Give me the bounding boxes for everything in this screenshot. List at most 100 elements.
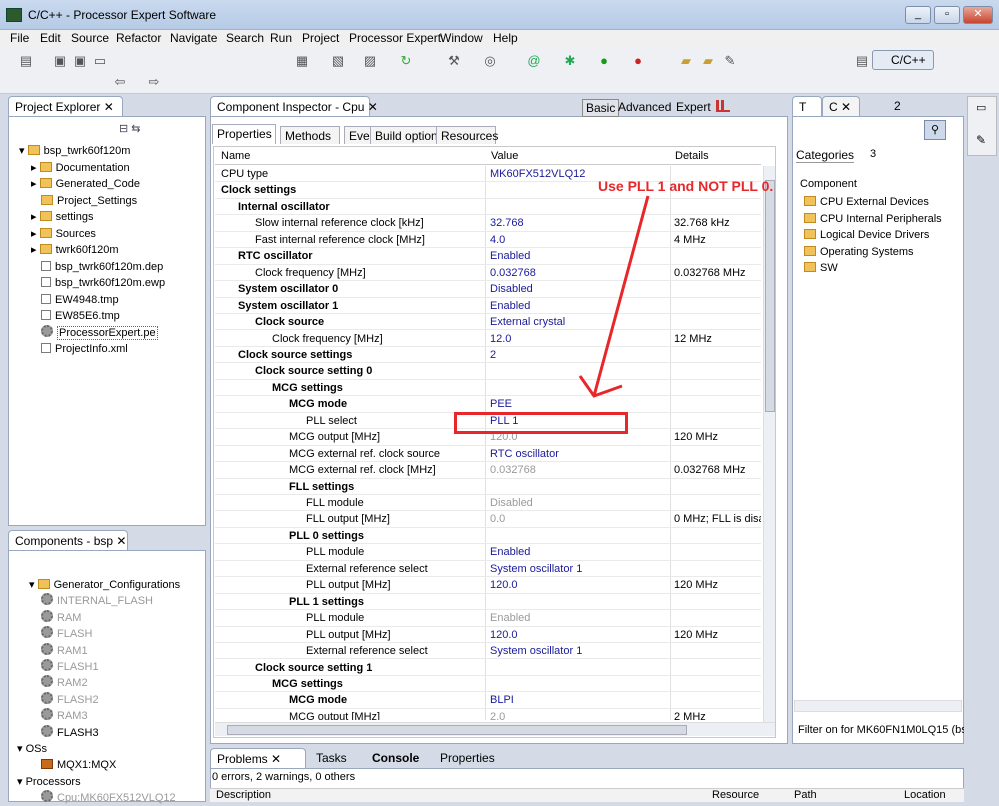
scroll-thumb[interactable]	[765, 180, 775, 412]
property-row[interactable]: PLL output [MHz] 120.0 120 MHz	[215, 627, 761, 644]
property-row[interactable]: PLL 0 settings	[215, 528, 761, 545]
tab-t[interactable]: T	[792, 96, 822, 116]
component-item[interactable]: FLASH	[41, 626, 92, 642]
property-row[interactable]: Slow internal reference clock [kHz] 32.76…	[215, 215, 761, 232]
property-value[interactable]: Disabled	[490, 495, 670, 511]
menu-navigate[interactable]: Navigate	[170, 31, 217, 45]
grid-scrollbar[interactable]	[763, 166, 775, 722]
build-icon[interactable]: ▦	[294, 54, 310, 68]
property-row[interactable]: PLL module Enabled	[215, 544, 761, 561]
component-item[interactable]: MQX1:MQX	[41, 757, 116, 773]
component-item[interactable]: ▾ Processors	[17, 774, 81, 790]
component-item[interactable]: Cpu:MK60FX512VLQ12	[41, 790, 176, 806]
subtab-properties[interactable]: Properties	[212, 124, 276, 144]
component-item[interactable]: INTERNAL_FLASH	[41, 593, 153, 609]
property-row[interactable]: FLL settings	[215, 479, 761, 495]
collapse-all-icon[interactable]: ⊟ ⇆	[119, 122, 141, 135]
col-value[interactable]: Value	[491, 147, 518, 165]
property-row[interactable]: Fast internal reference clock [MHz] 4.0 4 …	[215, 232, 761, 249]
component-item[interactable]: FLASH1	[41, 659, 99, 675]
target-icon[interactable]: ◎	[482, 54, 498, 68]
tab-component-inspector[interactable]: Component Inspector - Cpu ✕	[210, 96, 378, 116]
component-item[interactable]: ▾ OSs	[17, 741, 47, 757]
new-icon[interactable]: ▤	[18, 54, 34, 68]
tab-c[interactable]: C ✕	[822, 96, 860, 116]
property-value[interactable]: RTC oscillator	[490, 446, 670, 462]
at-icon[interactable]: @	[526, 54, 542, 68]
property-value[interactable]: 0.032768	[490, 462, 670, 478]
project-item[interactable]: EW85E6.tmp	[31, 308, 120, 324]
run-icon[interactable]: ●	[596, 54, 612, 68]
expand-icon[interactable]: ▸	[31, 178, 40, 190]
chart-icon[interactable]	[716, 100, 730, 112]
property-row[interactable]: External reference select System oscillat…	[215, 643, 761, 660]
component-item[interactable]: FLASH2	[41, 691, 99, 708]
property-row[interactable]: FLL output [MHz] 0.0 0 MHz; FLL is disab	[215, 511, 761, 528]
subtab-methods[interactable]: Methods	[280, 126, 340, 144]
collapse-icon[interactable]: ▾	[19, 145, 28, 157]
property-row[interactable]: Internal oscillator	[215, 199, 761, 216]
tab-problems[interactable]: Problems ✕	[210, 748, 306, 768]
property-row[interactable]: Clock source setting 0	[215, 363, 761, 380]
subtab-build-options[interactable]: Build options	[370, 126, 444, 144]
menu-project[interactable]: Project	[302, 31, 339, 45]
property-value[interactable]: System oscillator 1	[490, 643, 670, 659]
menu-run[interactable]: Run	[270, 31, 292, 45]
grid-hscroll[interactable]	[215, 722, 775, 736]
project-item[interactable]: ▸ Sources	[31, 226, 96, 242]
restore-icon[interactable]: ▭	[976, 101, 986, 114]
property-row[interactable]: MCG output [MHz] 2.0 2 MHz	[215, 709, 761, 720]
col-details[interactable]: Details	[675, 147, 709, 165]
expand-icon[interactable]: ▸	[31, 211, 40, 223]
refresh-icon[interactable]: ↻	[398, 54, 414, 68]
wand-icon[interactable]: ✎	[722, 54, 738, 68]
component-item[interactable]: FLASH3	[41, 724, 99, 741]
hammer-icon[interactable]: ⚒	[446, 54, 462, 68]
debug-icon[interactable]: ✱	[562, 54, 578, 68]
property-row[interactable]: System oscillator 0 Disabled	[215, 281, 761, 298]
category-item[interactable]: CPU Internal Peripherals	[804, 212, 942, 225]
property-row[interactable]: Clock frequency [MHz] 0.032768 0.032768 MH…	[215, 265, 761, 282]
project-item[interactable]: ProjectInfo.xml	[31, 341, 128, 357]
open-perspective-icon[interactable]: ▤	[854, 54, 870, 68]
property-value[interactable]: System oscillator 1	[490, 561, 670, 577]
property-value[interactable]: 0.0	[490, 511, 670, 527]
property-row[interactable]: MCG mode BLPI	[215, 692, 761, 709]
menu-help[interactable]: Help	[493, 31, 518, 45]
tab-overflow[interactable]: 2	[888, 96, 910, 116]
open-folder-icon[interactable]: ▰	[678, 54, 694, 68]
tab-overflow-3[interactable]: 3	[870, 148, 876, 160]
project-item[interactable]: ProcessorExpert.pe	[31, 324, 158, 341]
property-row[interactable]: FLL module Disabled	[215, 495, 761, 512]
property-row[interactable]: MCG settings	[215, 676, 761, 693]
property-row[interactable]: MCG mode PEE	[215, 396, 761, 413]
menu-window[interactable]: Window	[440, 31, 483, 45]
tab-project-explorer[interactable]: Project Explorer ✕	[8, 96, 123, 116]
component-item[interactable]: RAM	[41, 609, 81, 626]
menu-refactor[interactable]: Refactor	[116, 31, 161, 45]
property-value[interactable]: 120.0	[490, 627, 670, 643]
component-item[interactable]: RAM2	[41, 675, 88, 691]
property-row[interactable]: MCG settings	[215, 380, 761, 397]
property-row[interactable]: Clock source External crystal	[215, 314, 761, 331]
project-item[interactable]: Project_Settings	[31, 193, 137, 209]
category-item[interactable]: Logical Device Drivers	[804, 229, 929, 241]
property-value[interactable]: Enabled	[490, 610, 670, 626]
mode-advanced[interactable]: Advanced	[618, 100, 671, 114]
project-item[interactable]: ▸ Generated_Code	[31, 176, 140, 192]
col-name[interactable]: Name	[221, 147, 250, 165]
expand-icon[interactable]: ▸	[31, 162, 40, 174]
menu-search[interactable]: Search	[226, 31, 264, 45]
project-item[interactable]: ▸ Documentation	[31, 160, 130, 176]
expand-icon[interactable]: ▸	[31, 228, 40, 240]
tab-components[interactable]: Components - bsp ✕	[8, 530, 128, 550]
project-item[interactable]: ▸ twrk60f120m	[31, 242, 119, 258]
project-item[interactable]: bsp_twrk60f120m.ewp	[31, 275, 165, 291]
new-class-icon[interactable]: ▨	[362, 54, 378, 68]
mode-basic[interactable]: Basic	[582, 99, 620, 117]
category-item[interactable]: Operating Systems	[804, 245, 914, 258]
save-icon[interactable]: ▣	[52, 54, 68, 68]
edit-icon[interactable]: ✎	[976, 133, 986, 147]
expand-icon[interactable]: ▸	[31, 244, 40, 256]
project-item[interactable]: EW4948.tmp	[31, 292, 119, 308]
